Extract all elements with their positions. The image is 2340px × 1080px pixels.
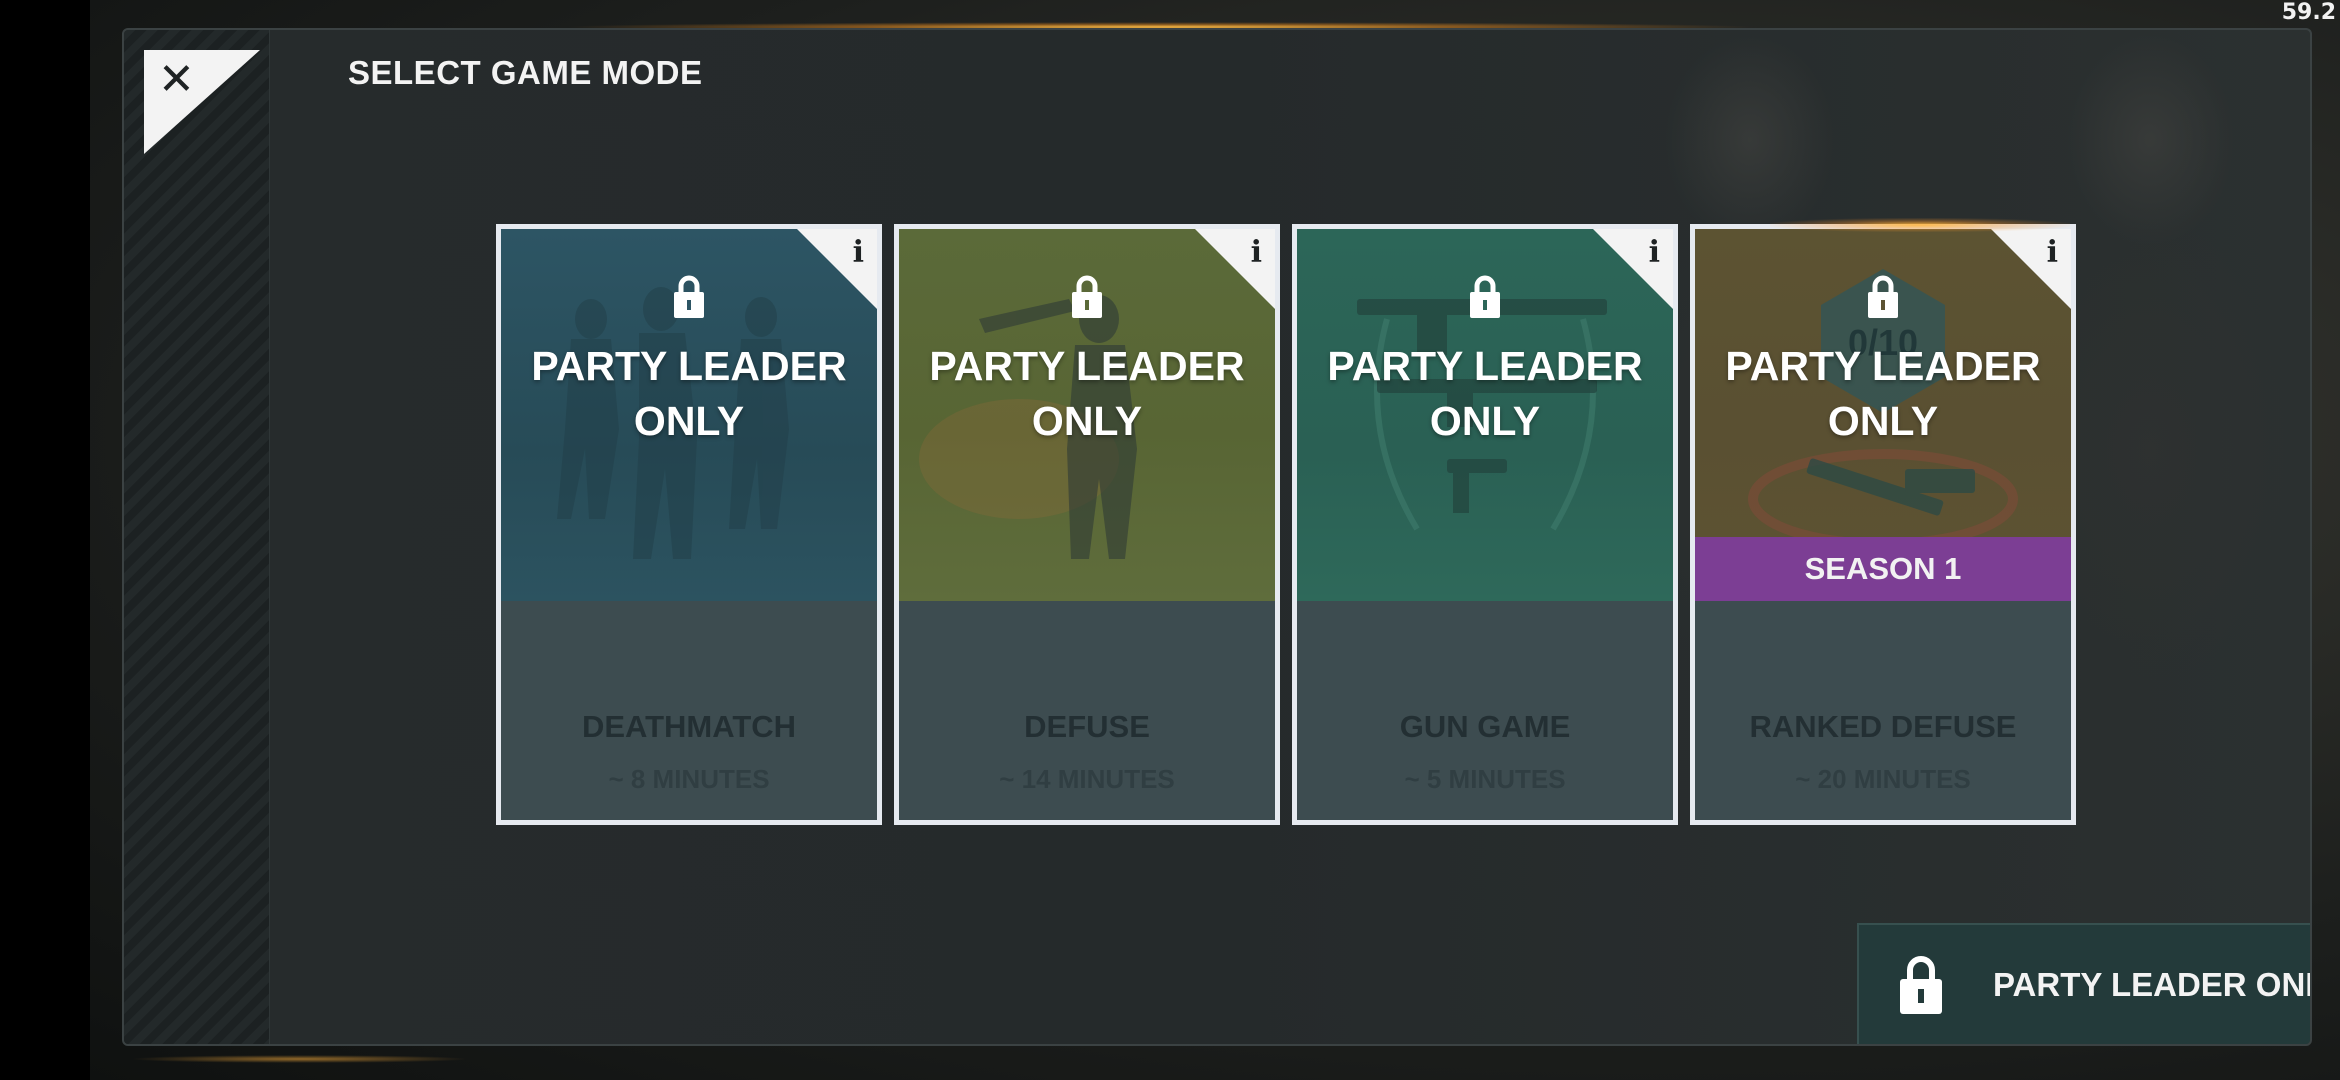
mode-name: DEFUSE (1024, 709, 1150, 744)
season-badge: SEASON 1 (1695, 537, 2071, 601)
info-icon: i (1648, 235, 1660, 270)
side-stripe-column (124, 30, 270, 1044)
lock-icon (1072, 275, 1102, 318)
mode-card-gun-game[interactable]: i PARTY LEADER ONLY GUN GAME ~ 5 MINUTES (1292, 224, 1678, 825)
close-icon: ✕ (158, 54, 195, 105)
ranked-defuse-art: 0/10 i PARTY LEADER ONLY SEASON 1 (1695, 229, 2071, 601)
defuse-art: i PARTY LEADER ONLY (899, 229, 1275, 601)
page-title: SELECT GAME MODE (348, 54, 703, 91)
party-leader-only-status: PARTY LEADER ONLY (1857, 923, 2312, 1044)
mode-card-deathmatch[interactable]: i PARTY LEADER ONLY DEATHMATCH ~ 8 MINUT… (496, 224, 882, 825)
party-leader-only-overlay: PARTY LEADER ONLY (1725, 343, 2041, 444)
party-leader-only-overlay: PARTY LEADER ONLY (929, 343, 1245, 444)
mode-name: DEATHMATCH (581, 709, 797, 744)
mode-duration: ~ 8 MINUTES (608, 764, 770, 794)
party-leader-only-label: PARTY LEADER ONLY (1993, 966, 2312, 1003)
gun-game-art: i PARTY LEADER ONLY (1297, 229, 1673, 601)
party-leader-only-overlay: PARTY LEADER ONLY (1327, 343, 1643, 444)
mode-duration: ~ 5 MINUTES (1404, 764, 1566, 794)
party-leader-only-overlay: PARTY LEADER ONLY (531, 343, 847, 444)
lock-icon (1868, 275, 1898, 318)
lock-icon (674, 275, 704, 318)
fps-counter: 59.2 (2281, 0, 2336, 25)
mode-card-defuse[interactable]: i PARTY LEADER ONLY DEFUSE ~ 14 MINUTES (894, 224, 1280, 825)
mode-duration: ~ 20 MINUTES (1795, 764, 1971, 794)
info-icon: i (1250, 235, 1262, 270)
mode-card-ranked-defuse[interactable]: 0/10 i PARTY LEADER ONLY SEASON 1 RANKED… (1690, 224, 2076, 825)
mode-name: RANKED DEFUSE (1749, 709, 2017, 744)
ranked-card-glow (1770, 218, 2070, 232)
bottom-glow (130, 1055, 470, 1063)
game-mode-panel: ✕ SELECT GAME MODE i PARTY LEADER ONLY D… (122, 28, 2312, 1046)
info-icon: i (852, 235, 864, 270)
deathmatch-art: i PARTY LEADER ONLY (501, 229, 877, 601)
lock-icon (1470, 275, 1500, 318)
info-icon: i (2046, 235, 2058, 270)
mode-duration: ~ 14 MINUTES (999, 764, 1175, 794)
lock-icon (1900, 956, 1942, 1014)
mode-name: GUN GAME (1399, 709, 1571, 744)
